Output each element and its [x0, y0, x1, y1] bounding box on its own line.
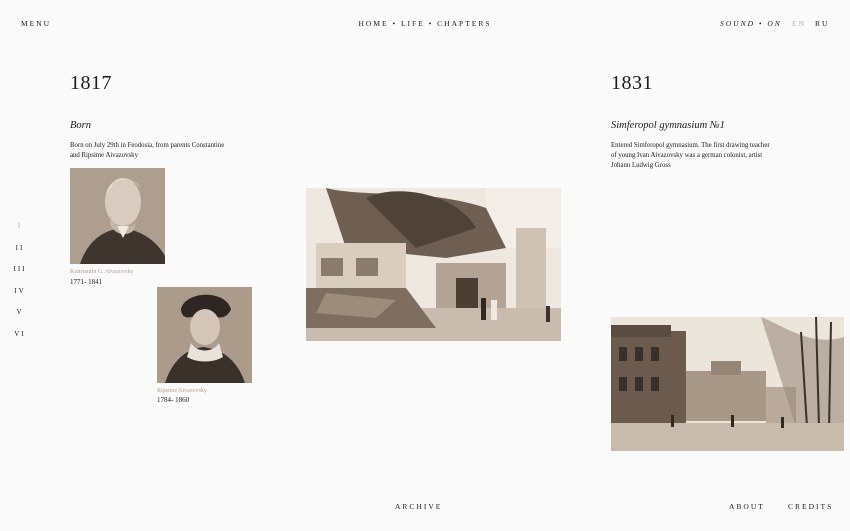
- description-line: Born on July 29th in Feodosia, from pare…: [70, 142, 225, 149]
- description-line: Johann Ludwig Gross: [611, 162, 671, 169]
- description-line: Entered Simferopol gymnasium. The first …: [611, 142, 770, 149]
- portrait-years: 1771- 1841: [70, 278, 103, 286]
- credits-link[interactable]: CREDITS: [788, 502, 833, 511]
- chapter-nav: I II III IV V VI: [8, 222, 32, 351]
- photo-image: [611, 317, 844, 451]
- archive-link[interactable]: ARCHIVE: [395, 502, 442, 511]
- language-en[interactable]: EN: [792, 19, 806, 28]
- portrait-konstantin[interactable]: [70, 168, 165, 264]
- entry-year: 1817: [70, 72, 112, 94]
- language-ru[interactable]: RU: [815, 19, 829, 28]
- entry-title: Born: [70, 120, 91, 131]
- description-line: and Ripsime Aivazovsky: [70, 152, 138, 159]
- description-line: of young Ivan Aivazovsky was a german co…: [611, 152, 763, 159]
- photo-gymnasium-street[interactable]: [611, 317, 844, 451]
- chapter-link-4[interactable]: IV: [8, 287, 32, 309]
- portrait-ripsime[interactable]: [157, 287, 252, 383]
- portrait-name: Konstantin G. Aivazovsky: [70, 269, 134, 275]
- chapter-link-1[interactable]: I: [8, 222, 32, 244]
- entry-description: Entered Simferopol gymnasium. The first …: [611, 141, 770, 171]
- chapter-link-3[interactable]: III: [8, 265, 32, 287]
- entry-year: 1831: [611, 72, 653, 94]
- sound-toggle[interactable]: SOUND • ON: [720, 19, 782, 28]
- about-link[interactable]: ABOUT: [729, 502, 765, 511]
- portrait-years: 1784- 1860: [157, 396, 190, 404]
- portrait-image: [157, 287, 252, 383]
- chapter-link-6[interactable]: VI: [8, 330, 32, 352]
- chapter-link-2[interactable]: II: [8, 244, 32, 266]
- entry-title: Simferopol gymnasium №1: [611, 120, 725, 131]
- entry-description: Born on July 29th in Feodosia, from pare…: [70, 141, 224, 161]
- portrait-image: [70, 168, 165, 264]
- portrait-name: Ripsime Aivazovsky: [157, 388, 207, 394]
- photo-image: [306, 188, 561, 341]
- chapter-link-5[interactable]: V: [8, 308, 32, 330]
- photo-house[interactable]: [306, 188, 561, 341]
